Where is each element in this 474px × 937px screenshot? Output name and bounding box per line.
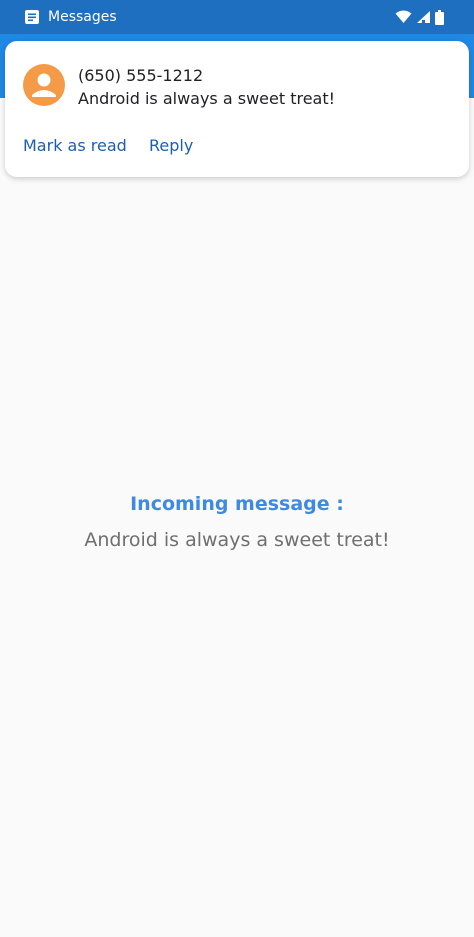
cell-signal-icon (416, 10, 431, 24)
status-app-name: Messages (48, 9, 117, 25)
message-notification[interactable]: (650) 555-1212 Android is always a sweet… (5, 41, 469, 177)
status-bar-right (395, 8, 444, 26)
status-bar-left: Messages (24, 8, 117, 26)
battery-icon (435, 9, 444, 25)
person-icon (23, 64, 65, 106)
reply-button[interactable]: Reply (149, 135, 193, 157)
message-icon (24, 9, 40, 25)
notification-message: Android is always a sweet treat! (78, 89, 336, 108)
incoming-message-text: Android is always a sweet treat! (84, 529, 390, 551)
wifi-icon (395, 10, 412, 24)
incoming-message-title: Incoming message : (130, 493, 344, 515)
notification-content: (650) 555-1212 Android is always a sweet… (78, 65, 458, 111)
mark-as-read-button[interactable]: Mark as read (23, 135, 127, 157)
notification-sender: (650) 555-1212 (78, 66, 204, 85)
status-bar: Messages (0, 0, 474, 34)
